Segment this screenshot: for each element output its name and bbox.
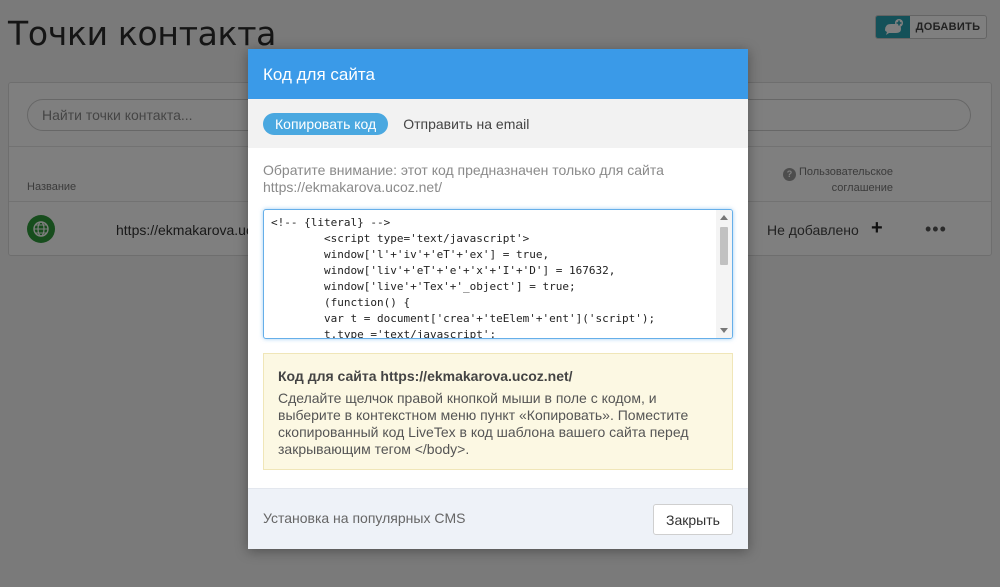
code-text[interactable]: <!-- {literal} --> <script type='text/ja… xyxy=(264,210,716,338)
instructions-box: Код для сайта https://ekmakarova.ucoz.ne… xyxy=(263,353,733,470)
tab-copy-code[interactable]: Копировать код xyxy=(263,112,389,135)
modal-footer: Установка на популярных CMS Закрыть xyxy=(248,488,748,549)
scroll-thumb[interactable] xyxy=(720,227,728,265)
site-code-modal: Код для сайта Копировать код Отправить н… xyxy=(248,49,748,549)
cms-install-link[interactable]: Установка на популярных CMS xyxy=(263,510,465,526)
scroll-up-icon[interactable] xyxy=(720,215,728,220)
instructions-text: Сделайте щелчок правой кнопкой мыши в по… xyxy=(278,390,689,457)
scroll-down-icon[interactable] xyxy=(720,328,728,333)
tab-send-email[interactable]: Отправить на email xyxy=(391,113,541,135)
close-button[interactable]: Закрыть xyxy=(653,504,733,535)
code-textarea[interactable]: <!-- {literal} --> <script type='text/ja… xyxy=(263,209,733,339)
site-notice: Обратите внимание: этот код предназначен… xyxy=(263,162,664,195)
instructions-title: Код для сайта https://ekmakarova.ucoz.ne… xyxy=(278,368,573,384)
code-scrollbar[interactable] xyxy=(716,210,732,338)
modal-tabs: Копировать код Отправить на email xyxy=(248,99,748,148)
modal-title: Код для сайта xyxy=(248,49,748,99)
